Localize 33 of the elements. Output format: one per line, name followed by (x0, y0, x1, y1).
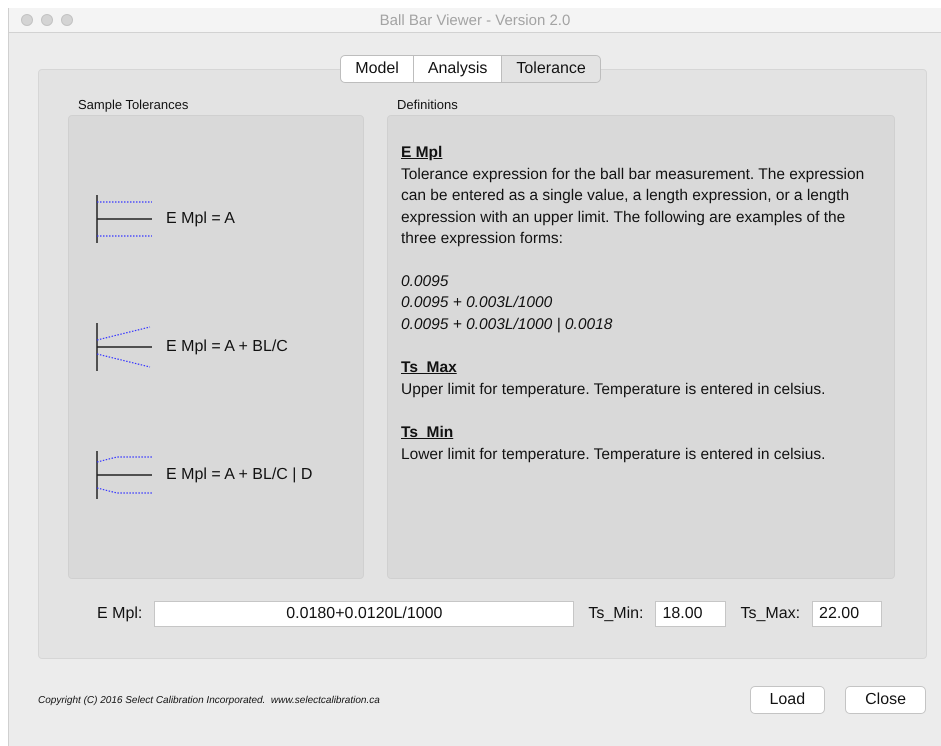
dialog-button[interactable]: Load (750, 686, 826, 714)
formula-label: E Mpl = A + BL/C (166, 338, 288, 356)
copyright-text: Copyright (C) 2016 Select Calibration Incorporated. www.selectcalibration.ca (38, 694, 380, 706)
input-field[interactable]: 0.0180+0.0120L/1000 (154, 601, 574, 627)
definition-term: E Mpl (401, 143, 442, 163)
window-title: Ball Bar Viewer - Version 2.0 (380, 12, 570, 28)
field-label: Ts_Max: (740, 605, 800, 623)
tolerance-band-drawing (95, 450, 153, 500)
definition-text: Upper limit for temperature. Temperature is entered in celsius. (401, 380, 826, 400)
dialog-button[interactable]: Close (845, 686, 926, 714)
tolerance-band-drawing (95, 322, 153, 372)
tolerance-band-drawing (95, 194, 153, 244)
input-field[interactable]: 18.00 (655, 601, 726, 627)
example-expression: 0.0095 (401, 272, 448, 292)
input-field[interactable]: 22.00 (812, 601, 882, 627)
definition-term: Ts_Min (401, 423, 454, 443)
definition-text: Lower limit for temperature. Temperature is entered in celsius. (401, 444, 826, 464)
minimize-window-icon[interactable] (41, 14, 53, 26)
definition-term: Ts_Max (401, 358, 457, 378)
close-window-icon[interactable] (21, 14, 33, 26)
group-label: Sample Tolerances (78, 97, 190, 112)
tab[interactable]: Analysis (412, 55, 502, 83)
zoom-window-icon[interactable] (61, 14, 73, 26)
group-label: Definitions (397, 97, 459, 112)
definition-text: Tolerance expression for the ball bar measurement. The expression can be entered as a single value, a length expression, or a length expression with an upper limit. The following are examples of the three expression forms: (401, 164, 866, 249)
formula-label: E Mpl = A + BL/C | D (166, 466, 312, 484)
example-expression: 0.0095 + 0.003L/1000 | 0.0018 (401, 314, 612, 334)
example-expression: 0.0095 + 0.003L/1000 (401, 293, 552, 313)
field-label: E Mpl: (97, 605, 142, 623)
tab[interactable]: Model (340, 55, 414, 83)
tab[interactable]: Tolerance (501, 55, 601, 83)
field-label: Ts_Min: (588, 605, 644, 623)
formula-label: E Mpl = A (166, 210, 235, 228)
